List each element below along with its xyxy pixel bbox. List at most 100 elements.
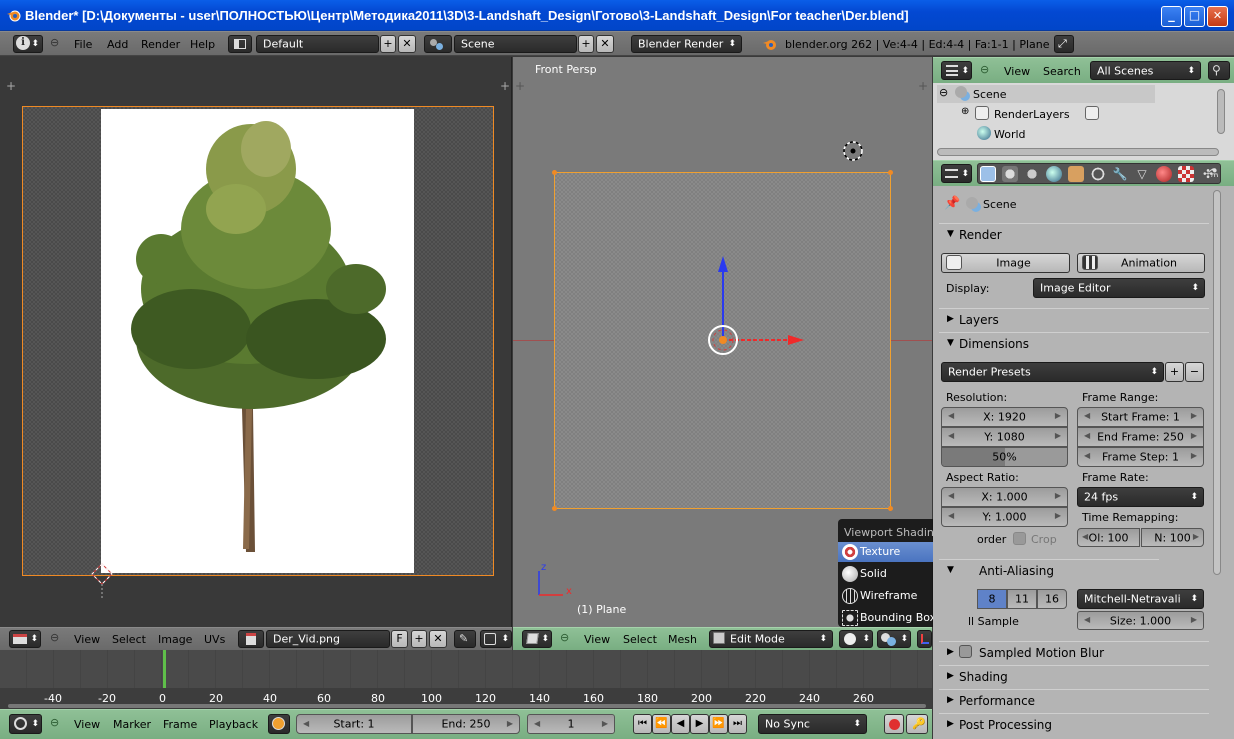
motion-blur-panel-header[interactable]: ▶ Sampled Motion Blur (939, 641, 1209, 663)
full-sample-label[interactable]: ll Sample (968, 615, 1019, 628)
remove-preset-button[interactable]: − (1185, 362, 1204, 382)
minimize-button[interactable]: _ (1161, 6, 1182, 27)
texture-tab-icon[interactable] (1178, 166, 1194, 182)
menu-view[interactable]: View (584, 633, 610, 646)
editor-type-timeline-dropdown[interactable]: ⬍ (9, 714, 42, 734)
aa-sample-8[interactable]: 8 (977, 589, 1007, 609)
aspect-y-field[interactable]: ◀ Y: 1.000 ▶ (941, 507, 1068, 527)
menu-playback[interactable]: Playback (209, 718, 258, 731)
collapse-menus-icon[interactable]: ⊖ (50, 36, 59, 49)
play-button[interactable]: ▶ (690, 714, 709, 734)
play-reverse-button[interactable]: ◀ (671, 714, 690, 734)
collapse-toggle-icon[interactable]: ⊖ (939, 86, 948, 99)
mode-dropdown[interactable]: Edit Mode ⬍ (709, 630, 833, 648)
image-browse-icon[interactable] (238, 630, 264, 648)
collapse-menus-icon[interactable]: ⊖ (560, 631, 569, 644)
fake-user-button[interactable]: F (391, 630, 408, 648)
scene-icon[interactable] (424, 35, 452, 53)
aa-sample-11[interactable]: 11 (1007, 589, 1037, 609)
frame-step-field[interactable]: ◀ Frame Step: 1 ▶ (1077, 447, 1204, 467)
editor-type-image-dropdown[interactable]: ⬍ (9, 630, 41, 648)
pivot-icon[interactable]: ⬍ (480, 630, 512, 648)
data-tab-icon[interactable]: ▽ (1134, 166, 1150, 182)
screen-layout-field[interactable]: Default (256, 35, 379, 53)
time-remap-old-field[interactable]: ◀ Ol: 100 (1077, 528, 1140, 547)
end-frame-field[interactable]: ◀ End Frame: 250 ▶ (1077, 427, 1204, 447)
pin-context-icon[interactable]: 📌 (944, 196, 960, 211)
add-preset-button[interactable]: + (1165, 362, 1184, 382)
viewport-shading-dropdown[interactable]: ⬍ (839, 630, 873, 648)
render-image-button[interactable]: Image (941, 253, 1070, 273)
outliner-filter-dropdown[interactable]: All Scenes ⬍ (1090, 61, 1201, 80)
corner-plus-icon[interactable]: + (918, 79, 928, 93)
next-keyframe-button[interactable]: ⏩ (709, 714, 728, 734)
image-editor-area[interactable]: + + (0, 57, 512, 627)
outliner-vscrollbar[interactable] (1217, 89, 1225, 134)
resolution-y-field[interactable]: ◀ Y: 1080 ▶ (941, 427, 1068, 447)
editor-type-info-dropdown[interactable]: i ⬍ (13, 35, 43, 53)
start-frame-field[interactable]: ◀ Start Frame: 1 ▶ (1077, 407, 1204, 427)
crop-checkbox[interactable] (1013, 532, 1026, 545)
outliner-row-renderlayers[interactable]: ⊕ RenderLayers (937, 105, 1155, 123)
aspect-x-field[interactable]: ◀ X: 1.000 ▶ (941, 487, 1068, 507)
render-engine-dropdown[interactable]: Blender Render ⬍ (631, 35, 742, 53)
frame-rate-dropdown[interactable]: 24 fps ⬍ (1077, 487, 1204, 507)
sync-mode-dropdown[interactable]: No Sync ⬍ (758, 714, 867, 734)
manipulator-toggle[interactable] (917, 630, 932, 648)
menu-render[interactable]: Render (141, 38, 180, 51)
auto-keyframe-button[interactable] (884, 714, 904, 734)
menu-help[interactable]: Help (190, 38, 215, 51)
aa-sample-16[interactable]: 16 (1037, 589, 1067, 609)
editor-type-outliner-dropdown[interactable]: ⬍ (941, 61, 972, 80)
jump-end-button[interactable]: ⏭ (728, 714, 747, 734)
menu-search[interactable]: Search (1043, 65, 1081, 78)
menu-select[interactable]: Select (112, 633, 146, 646)
collapse-menus-icon[interactable]: ⊖ (50, 716, 59, 729)
pivot-point-dropdown[interactable]: ⬍ (877, 630, 911, 648)
add-scene-button[interactable]: + (578, 35, 594, 53)
render-tab-icon[interactable] (980, 166, 996, 182)
new-image-button[interactable]: + (411, 630, 427, 648)
menu-uvs[interactable]: UVs (204, 633, 225, 646)
menu-frame[interactable]: Frame (163, 718, 197, 731)
material-tab-icon[interactable] (1156, 166, 1172, 182)
post-processing-panel-header[interactable]: ▶ Post Processing (939, 713, 1209, 735)
menu-view[interactable]: View (74, 633, 100, 646)
unlink-image-button[interactable]: ✕ (429, 630, 447, 648)
physics-tab-icon[interactable]: ⚗ (1205, 163, 1226, 184)
editor-type-3dview-dropdown[interactable]: ⬍ (522, 630, 552, 648)
image-name-field[interactable]: Der_Vid.png (266, 630, 390, 648)
start-frame-field[interactable]: ◀ Start: 1 (296, 714, 412, 734)
render-layers-tab-icon[interactable] (1002, 166, 1018, 182)
pin-icon[interactable]: ✎ (454, 630, 476, 648)
render-presets-dropdown[interactable]: Render Presets ⬍ (941, 362, 1164, 382)
prev-keyframe-button[interactable]: ⏪ (652, 714, 671, 734)
corner-plus-icon[interactable]: + (6, 79, 16, 93)
end-frame-field[interactable]: End: 250 ▶ (412, 714, 520, 734)
layers-panel-header[interactable]: ▶ Layers (939, 308, 1209, 330)
image-canvas[interactable] (22, 106, 494, 576)
expand-toggle-icon[interactable]: ⊕ (961, 106, 969, 117)
menu-view[interactable]: View (74, 718, 100, 731)
constraints-tab-icon[interactable] (1090, 166, 1106, 182)
modifiers-tab-icon[interactable]: 🔧 (1112, 166, 1128, 182)
current-frame-field[interactable]: ◀ 1 ▶ (527, 714, 615, 734)
filter-size-field[interactable]: ◀ Size: 1.000 ▶ (1077, 611, 1204, 630)
scene-field[interactable]: Scene (454, 35, 577, 53)
timeline-area[interactable]: -40 -20 0 20 40 60 80 100 120 140 160 18… (0, 650, 932, 708)
aa-filter-dropdown[interactable]: Mitchell-Netravali ⬍ (1077, 589, 1204, 609)
shading-panel-header[interactable]: ▶ Shading (939, 665, 1209, 687)
dimensions-panel-header[interactable]: ▼ Dimensions (939, 332, 1209, 354)
render-panel-header[interactable]: ▼ Render (939, 223, 1209, 245)
properties-scrollbar[interactable] (1213, 190, 1221, 575)
collapse-menus-icon[interactable]: ⊖ (50, 631, 59, 644)
corner-plus-icon[interactable]: + (500, 79, 510, 93)
scene-tab-icon[interactable] (1024, 166, 1040, 182)
preview-range-icon[interactable] (268, 714, 290, 734)
menu-file[interactable]: File (74, 38, 92, 51)
current-frame-line[interactable] (163, 650, 166, 690)
outliner-search-icon[interactable]: ⚲ (1208, 61, 1230, 80)
keying-set-icon[interactable]: 🔑 (906, 714, 928, 734)
timeline-scrollbar[interactable] (8, 704, 926, 708)
display-dropdown[interactable]: Image Editor ⬍ (1033, 278, 1205, 298)
